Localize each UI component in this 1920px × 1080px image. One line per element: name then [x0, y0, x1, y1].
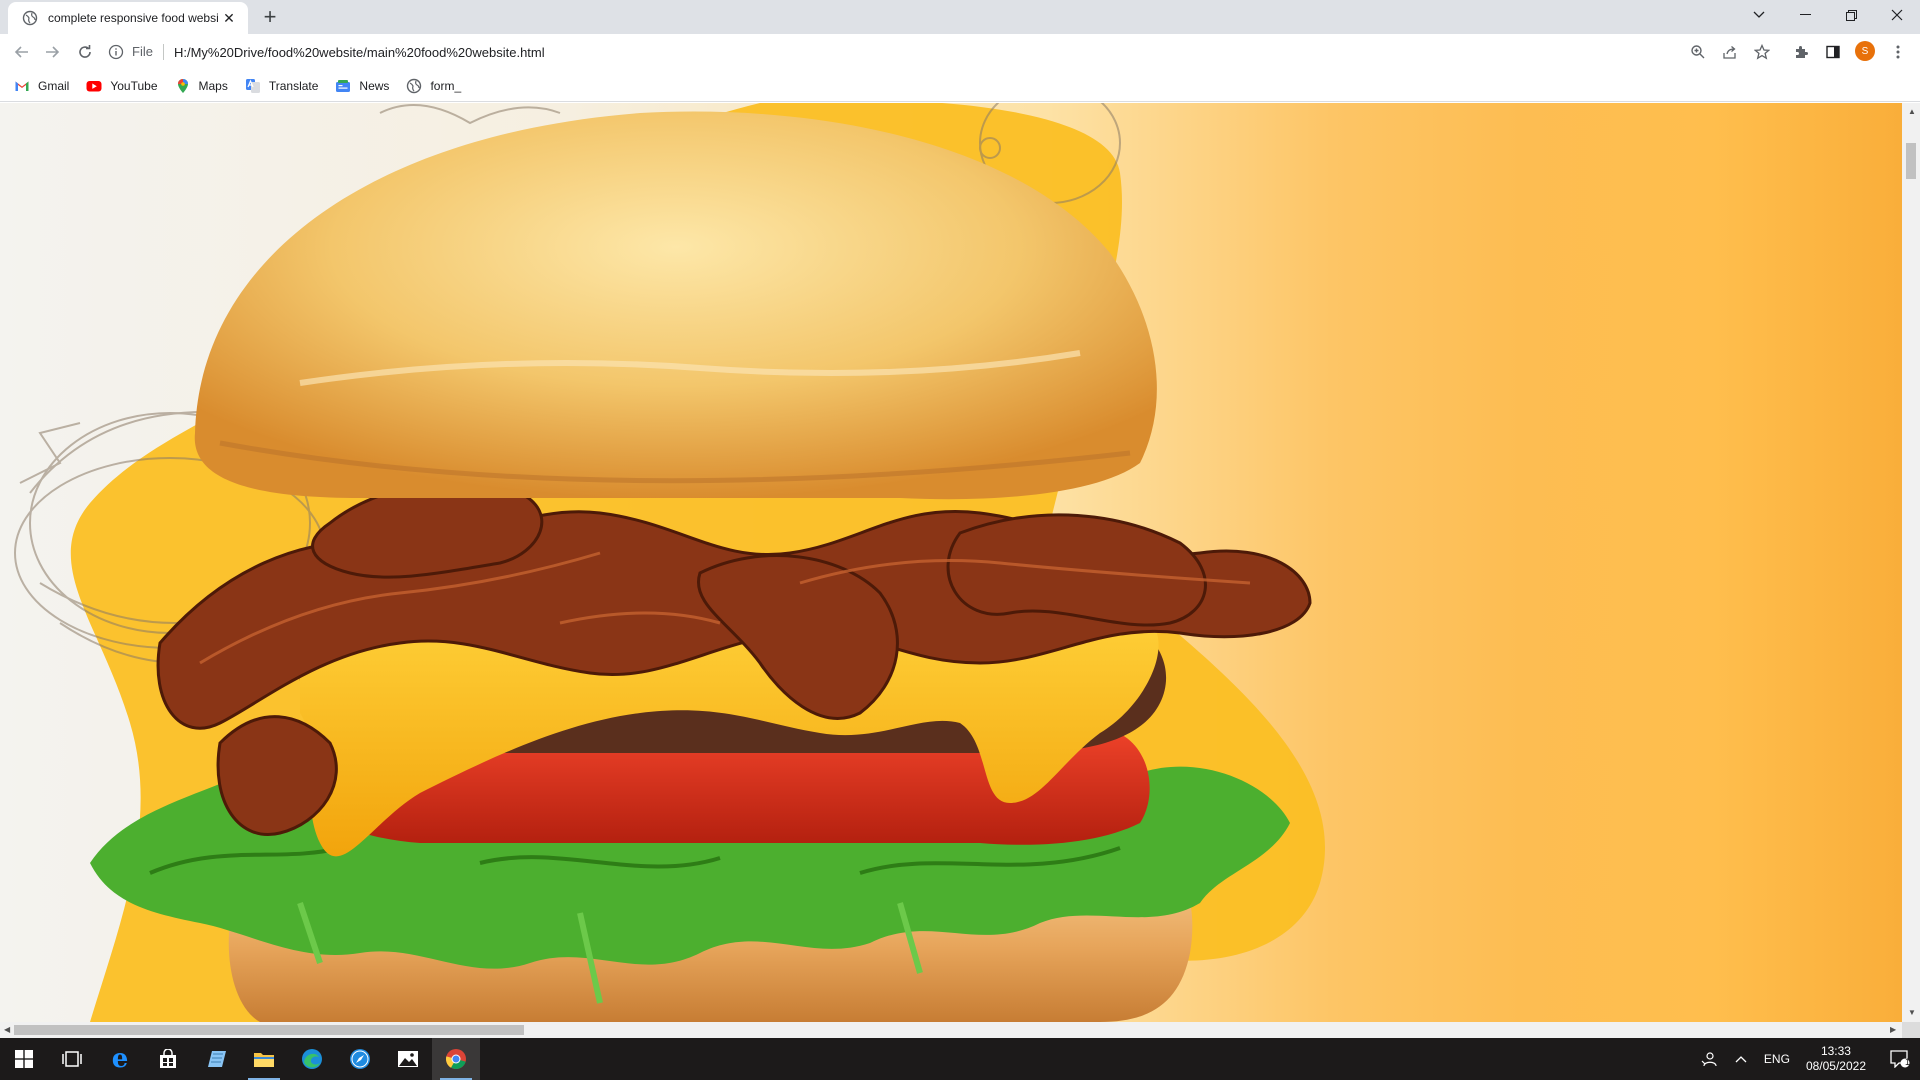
- bookmark-label: Maps: [198, 78, 228, 93]
- bookmark-star-icon[interactable]: [1750, 40, 1774, 64]
- zoom-icon[interactable]: [1686, 40, 1710, 64]
- bookmark-label: YouTube: [110, 78, 158, 93]
- browser-toolbar: File H:/My%20Drive/food%20website/main%2…: [0, 34, 1920, 70]
- clock[interactable]: 13:33 08/05/2022: [1806, 1044, 1866, 1074]
- profile-avatar[interactable]: S: [1855, 41, 1875, 61]
- people-icon[interactable]: [1692, 1038, 1726, 1080]
- extensions-icon[interactable]: [1789, 40, 1813, 64]
- info-icon[interactable]: [108, 44, 124, 60]
- side-panel-icon[interactable]: [1821, 40, 1845, 64]
- address-bar[interactable]: File H:/My%20Drive/food%20website/main%2…: [108, 37, 1708, 67]
- horizontal-scrollbar[interactable]: ◀ ▶: [0, 1022, 1902, 1038]
- file-explorer-icon[interactable]: [240, 1038, 288, 1080]
- task-view-icon[interactable]: [48, 1038, 96, 1080]
- url-text[interactable]: H:/My%20Drive/food%20website/main%20food…: [174, 45, 545, 60]
- store-icon[interactable]: [144, 1038, 192, 1080]
- bookmark-news[interactable]: News: [335, 78, 389, 94]
- globe-icon: [22, 10, 38, 26]
- translate-icon: [245, 78, 260, 93]
- forward-icon[interactable]: [40, 40, 64, 64]
- windows-taskbar: e ENG 13:33 08/05/2022 1: [0, 1038, 1920, 1080]
- youtube-icon: [86, 80, 102, 91]
- bookmark-youtube[interactable]: YouTube: [86, 78, 158, 94]
- burger-image: [14, 103, 1326, 1022]
- vertical-scrollbar[interactable]: ▲ ▼: [1902, 103, 1920, 1022]
- chevron-up-icon[interactable]: [1726, 1038, 1756, 1080]
- language-indicator[interactable]: ENG: [1764, 1052, 1790, 1066]
- web-page: [0, 103, 1902, 1022]
- notepad-icon[interactable]: [192, 1038, 240, 1080]
- scroll-right-icon[interactable]: ▶: [1890, 1025, 1896, 1034]
- scroll-down-icon[interactable]: ▼: [1908, 1008, 1916, 1017]
- notification-center-icon[interactable]: 1: [1880, 1038, 1920, 1080]
- safari-icon[interactable]: [336, 1038, 384, 1080]
- clock-date: 08/05/2022: [1805, 1059, 1866, 1073]
- news-icon: [336, 79, 351, 92]
- bookmark-form[interactable]: form_: [406, 78, 461, 94]
- share-icon[interactable]: [1718, 40, 1742, 64]
- minimize-icon[interactable]: [1782, 0, 1828, 30]
- back-icon[interactable]: [10, 40, 34, 64]
- globe-icon: [407, 78, 422, 93]
- bookmark-label: Translate: [268, 78, 319, 93]
- horizontal-scroll-thumb[interactable]: [14, 1025, 524, 1035]
- plus-icon[interactable]: +: [258, 6, 282, 30]
- tab-strip: complete responsive food websi ✕ +: [0, 0, 1920, 34]
- bookmark-label: form_: [430, 78, 462, 93]
- scroll-up-icon[interactable]: ▲: [1908, 107, 1916, 116]
- vertical-scroll-thumb[interactable]: [1906, 143, 1916, 179]
- scroll-left-icon[interactable]: ◀: [4, 1025, 10, 1034]
- restore-icon[interactable]: [1828, 0, 1874, 30]
- bookmark-gmail[interactable]: Gmail: [14, 78, 69, 94]
- bookmark-translate[interactable]: Translate: [245, 78, 319, 94]
- start-icon[interactable]: [0, 1038, 48, 1080]
- chrome-icon[interactable]: [432, 1038, 480, 1080]
- bookmark-maps[interactable]: Maps: [175, 78, 228, 94]
- edge-icon[interactable]: [288, 1038, 336, 1080]
- tab-title: complete responsive food websi: [48, 11, 219, 25]
- close-icon[interactable]: ✕: [220, 9, 238, 27]
- menu-icon[interactable]: [1886, 40, 1910, 64]
- tab-search-icon[interactable]: [1736, 0, 1782, 30]
- photos-icon[interactable]: [384, 1038, 432, 1080]
- scrollbar-corner: [1902, 1022, 1920, 1038]
- notification-count: 1: [1904, 1057, 1910, 1067]
- edge-legacy-icon[interactable]: e: [96, 1038, 144, 1080]
- bookmark-label: Gmail: [38, 78, 70, 93]
- scheme-label: File: [132, 44, 164, 60]
- bookmark-label: News: [359, 78, 390, 93]
- browser-tab[interactable]: complete responsive food websi ✕: [8, 2, 248, 34]
- close-window-icon[interactable]: [1874, 0, 1920, 30]
- reload-icon[interactable]: [73, 40, 97, 64]
- clock-time: 13:33: [1820, 1044, 1851, 1058]
- gmail-icon: [15, 81, 29, 91]
- maps-icon: [177, 78, 188, 93]
- system-tray: ENG 13:33 08/05/2022 1: [1692, 1038, 1920, 1080]
- bookmarks-bar: Gmail YouTube Maps Translate News form_: [0, 70, 1920, 102]
